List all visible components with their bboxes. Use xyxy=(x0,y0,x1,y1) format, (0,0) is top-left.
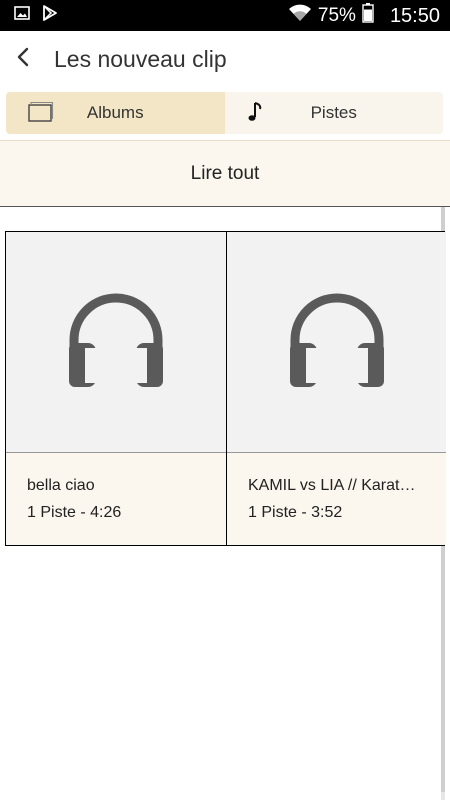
album-card[interactable]: KAMIL vs LIA // Karat… 1 Piste - 3:52 xyxy=(226,232,446,545)
battery-percentage: 75% xyxy=(317,5,356,26)
back-arrow-icon xyxy=(16,47,30,72)
music-note-icon xyxy=(247,101,265,128)
album-info: bella ciao 1 Piste - 4:26 xyxy=(6,453,226,545)
battery-icon xyxy=(362,3,374,28)
album-card[interactable]: bella ciao 1 Piste - 4:26 xyxy=(6,232,226,545)
album-title: KAMIL vs LIA // Karat… xyxy=(248,477,416,494)
tab-albums[interactable]: Albums xyxy=(6,92,225,134)
page-title: Les nouveau clip xyxy=(54,46,227,72)
clock: 15:50 xyxy=(389,4,440,27)
image-icon xyxy=(14,6,30,25)
album-info: KAMIL vs LIA // Karat… 1 Piste - 3:52 xyxy=(227,453,446,545)
album-icon xyxy=(28,101,54,128)
album-meta: 1 Piste - 4:26 xyxy=(27,504,122,521)
album-grid: bella ciao 1 Piste - 4:26 KAMIL vs LIA /… xyxy=(5,231,446,546)
play-all-label: Lire tout xyxy=(190,162,260,184)
play-all-button[interactable]: Lire tout xyxy=(0,140,450,207)
app-bar: Les nouveau clip xyxy=(0,31,450,88)
headphones-icon xyxy=(287,290,387,395)
status-bar: 75% 15:50 xyxy=(0,0,450,31)
headphones-icon xyxy=(66,290,166,395)
album-title: bella ciao xyxy=(27,477,95,494)
album-meta: 1 Piste - 3:52 xyxy=(248,504,343,521)
album-art xyxy=(227,232,446,453)
view-tabs: Albums Pistes xyxy=(6,92,443,134)
tab-pistes[interactable]: Pistes xyxy=(225,92,444,134)
wifi-icon xyxy=(288,4,312,27)
play-store-icon xyxy=(42,5,58,26)
album-art xyxy=(6,232,226,453)
back-button[interactable] xyxy=(0,37,46,83)
